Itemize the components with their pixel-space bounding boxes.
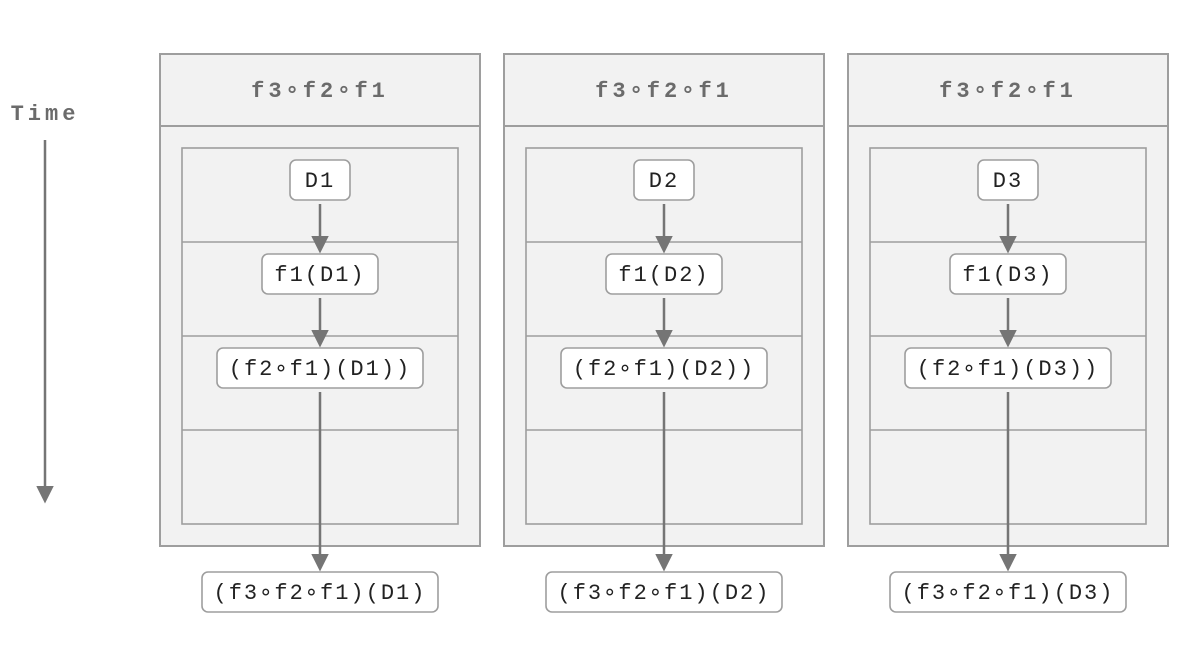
output-node: (f3∘f2∘f1)(D1)	[202, 572, 438, 612]
stage1-node-label: f1(D2)	[618, 263, 709, 288]
input-node: D3	[978, 160, 1038, 200]
output-node-label: (f3∘f2∘f1)(D3)	[902, 581, 1115, 606]
input-node: D2	[634, 160, 694, 200]
time-label: Time	[11, 102, 80, 127]
column-header: f3∘f2∘f1	[251, 79, 389, 104]
stage2-node-label: (f2∘f1)(D3))	[917, 357, 1099, 382]
time-axis: Time	[11, 102, 80, 500]
stage1-node: f1(D2)	[606, 254, 722, 294]
input-node-label: D3	[993, 169, 1023, 194]
stage2-node: (f2∘f1)(D1))	[217, 348, 423, 388]
pipeline-column-3: f3∘f2∘f1 D3 f1(D3) (f2∘f1)(D3)) (f3∘f2∘f1)(D…	[848, 54, 1168, 612]
pipeline-column-2: f3∘f2∘f1 D2 f1(D2) (f2∘f1)(D2)) (f3∘f2∘f1)(D…	[504, 54, 824, 612]
stage1-node-label: f1(D1)	[274, 263, 365, 288]
column-header: f3∘f2∘f1	[595, 79, 733, 104]
output-node-label: (f3∘f2∘f1)(D2)	[558, 581, 771, 606]
input-node-label: D2	[649, 169, 679, 194]
output-node: (f3∘f2∘f1)(D2)	[546, 572, 782, 612]
output-node-label: (f3∘f2∘f1)(D1)	[214, 581, 427, 606]
pipeline-column-1: f3∘f2∘f1 D1 f1(D1) (f2∘f1)(D1)) (f3∘f2∘f1)(D…	[160, 54, 480, 612]
column-header: f3∘f2∘f1	[939, 79, 1077, 104]
stage1-node-label: f1(D3)	[962, 263, 1053, 288]
stage1-node: f1(D1)	[262, 254, 378, 294]
stage2-node-label: (f2∘f1)(D2))	[573, 357, 755, 382]
output-node: (f3∘f2∘f1)(D3)	[890, 572, 1126, 612]
input-node-label: D1	[305, 169, 335, 194]
stage2-node: (f2∘f1)(D2))	[561, 348, 767, 388]
input-node: D1	[290, 160, 350, 200]
stage2-node: (f2∘f1)(D3))	[905, 348, 1111, 388]
diagram-canvas: Time f3∘f2∘f1 D1 f1(D1) (f2∘f1)(D1)) (f3∘f2∘f…	[0, 0, 1200, 652]
stage1-node: f1(D3)	[950, 254, 1066, 294]
stage2-node-label: (f2∘f1)(D1))	[229, 357, 411, 382]
